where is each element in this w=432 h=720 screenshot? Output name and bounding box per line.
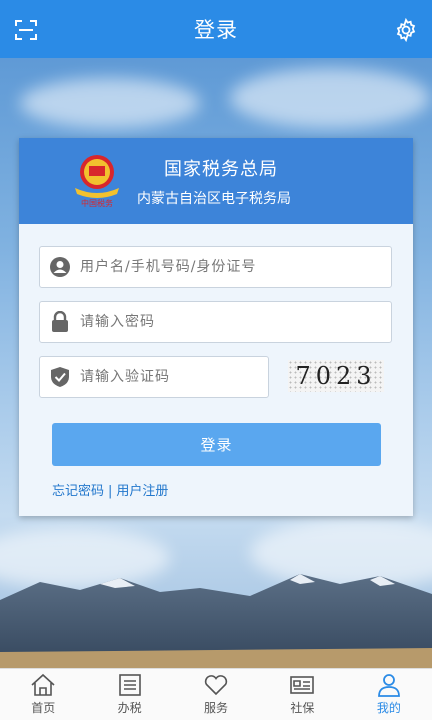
- link-separator: |: [108, 484, 113, 499]
- captcha-image[interactable]: 7023: [288, 360, 384, 392]
- top-bar: 登录: [0, 0, 432, 58]
- captcha-input[interactable]: [80, 357, 268, 397]
- user-icon: [377, 674, 400, 697]
- captcha-field[interactable]: [39, 356, 269, 398]
- emblem-text: 中国税务: [81, 198, 113, 208]
- username-input[interactable]: [80, 247, 391, 287]
- list-icon: [118, 674, 141, 696]
- tab-service[interactable]: 服务: [173, 669, 259, 720]
- password-input[interactable]: [80, 302, 391, 342]
- password-field[interactable]: [39, 301, 392, 343]
- forgot-password-link[interactable]: 忘记密码: [52, 484, 104, 499]
- org-subtitle: 内蒙古自治区电子税务局: [137, 191, 291, 207]
- login-card: 中国税务 国家税务总局 内蒙古自治区电子税务局 7023 登录 忘记密码 |用户注…: [19, 138, 413, 516]
- mountains-image: [0, 574, 432, 668]
- tab-label-home: 首页: [31, 701, 56, 715]
- user-icon: [40, 247, 80, 287]
- shield-icon: [40, 357, 80, 397]
- tab-tax[interactable]: 办税: [86, 669, 172, 720]
- username-field[interactable]: [39, 246, 392, 288]
- bottom-tab-bar: 首页 办税 服务 社保 我的: [0, 668, 432, 720]
- card-icon: [290, 676, 315, 694]
- page-title: 登录: [194, 18, 238, 42]
- tax-emblem-logo: 中国税务: [75, 155, 119, 208]
- org-name: 国家税务总局: [164, 159, 278, 180]
- tab-label-tax: 办税: [117, 701, 142, 715]
- tab-label-social-security: 社保: [290, 701, 315, 715]
- heart-icon: [204, 675, 228, 696]
- lock-icon: [40, 302, 80, 342]
- tab-label-mine: 我的: [376, 701, 401, 715]
- tab-mine[interactable]: 我的: [346, 669, 432, 720]
- home-icon: [31, 673, 55, 696]
- tab-home[interactable]: 首页: [0, 669, 86, 720]
- scan-icon[interactable]: [14, 18, 38, 42]
- gear-icon[interactable]: [394, 18, 418, 42]
- register-link[interactable]: 用户注册: [116, 484, 168, 499]
- login-button[interactable]: 登录: [52, 423, 381, 466]
- tab-label-service: 服务: [204, 701, 229, 715]
- account-links: 忘记密码 | 用户注册: [52, 480, 168, 499]
- card-header: 中国税务 国家税务总局 内蒙古自治区电子税务局: [19, 138, 413, 224]
- tab-social-security[interactable]: 社保: [259, 669, 345, 720]
